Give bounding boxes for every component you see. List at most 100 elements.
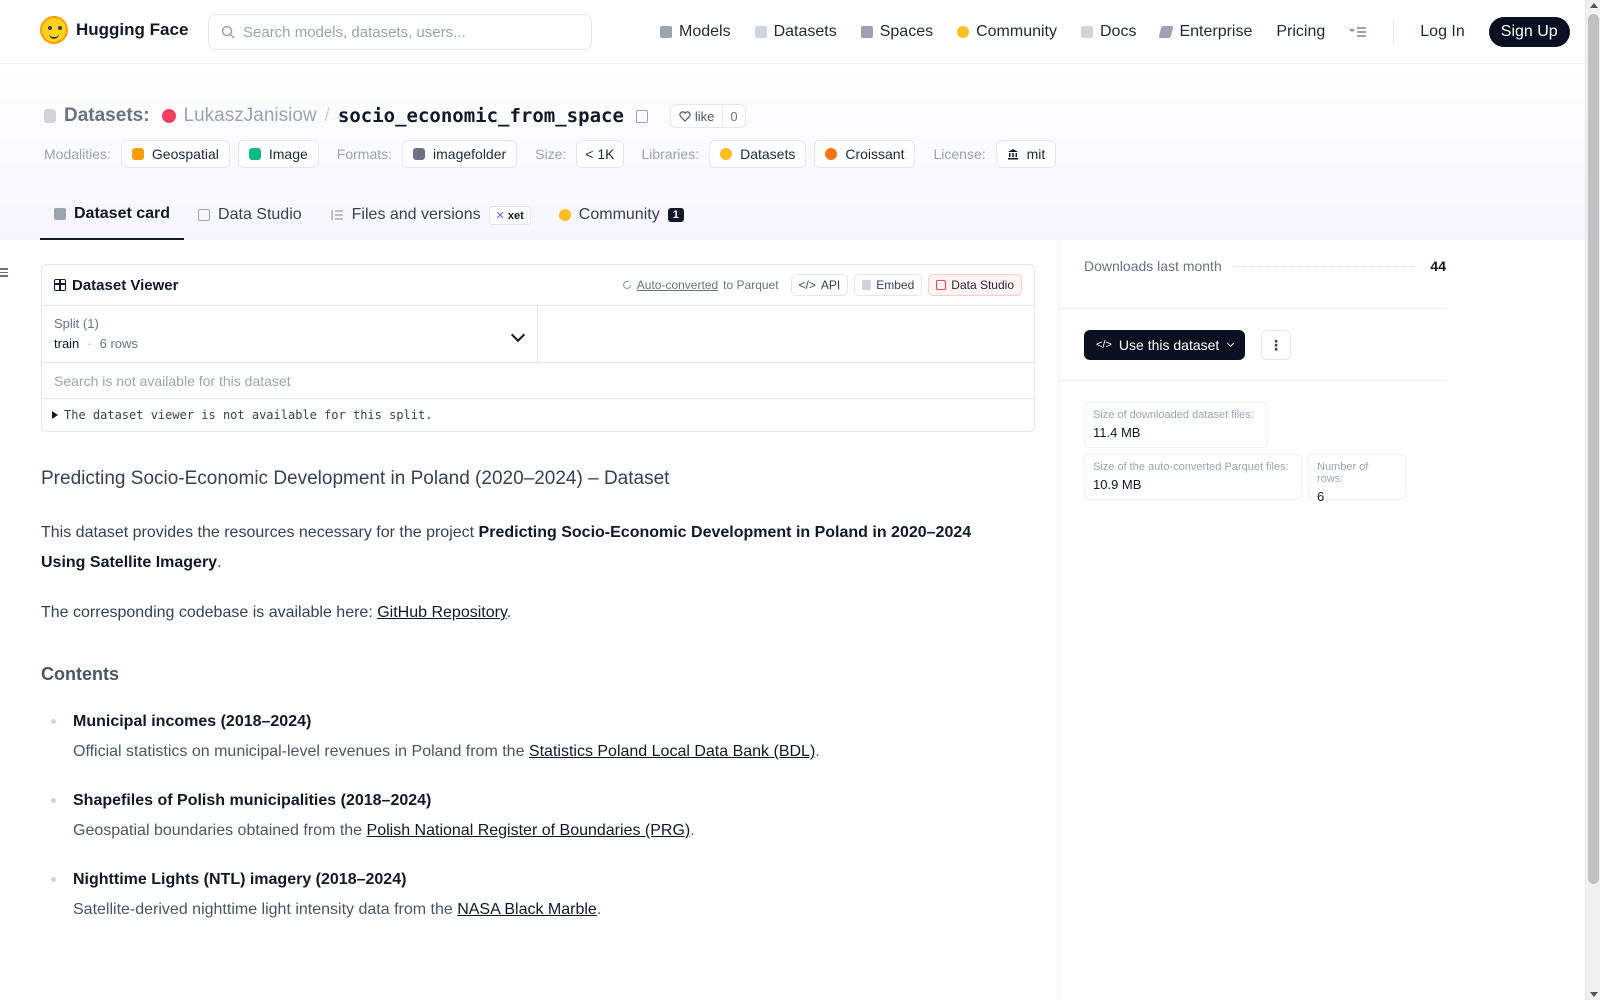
scroll-down-arrow-icon[interactable] bbox=[1590, 992, 1598, 997]
downloads-count: 44 bbox=[1430, 258, 1446, 274]
tags-row: Modalities: Geospatial Image Formats: im… bbox=[44, 140, 1066, 168]
tab-data-studio[interactable]: Data Studio bbox=[184, 190, 316, 240]
intro-paragraph: This dataset provides the resources nece… bbox=[41, 524, 972, 571]
enterprise-icon bbox=[1158, 26, 1175, 38]
more-options-button[interactable]: ⋮ bbox=[1261, 330, 1291, 360]
scrollbar-thumb[interactable] bbox=[1588, 14, 1599, 884]
auto-converted-note: Auto-converted to Parquet bbox=[622, 278, 779, 292]
tag-group-size: Size: < 1K bbox=[535, 140, 624, 168]
page-scrollbar[interactable] bbox=[1585, 0, 1600, 1000]
tab-files-and-versions[interactable]: Files and versions ✕ xet bbox=[316, 190, 545, 240]
code-icon: </> bbox=[1096, 339, 1112, 351]
sidebar-divider bbox=[1060, 380, 1446, 381]
bdl-link[interactable]: Statistics Poland Local Data Bank (BDL) bbox=[529, 743, 815, 760]
tag-license-mit[interactable]: mit bbox=[995, 140, 1057, 168]
split-row: Split (1) train · 6 rows bbox=[42, 306, 1034, 363]
tag-geospatial[interactable]: Geospatial bbox=[120, 140, 230, 168]
embed-icon bbox=[862, 280, 872, 290]
viewer-actions: Auto-converted to Parquet </> API Embed D… bbox=[622, 274, 1022, 296]
auto-converted-link[interactable]: Auto-converted bbox=[637, 278, 718, 292]
tab-community[interactable]: Community 1 bbox=[545, 190, 698, 240]
heart-icon bbox=[679, 110, 691, 122]
scroll-up-arrow-icon[interactable] bbox=[1590, 3, 1598, 8]
nav-link-datasets[interactable]: Datasets bbox=[754, 23, 837, 41]
split-value: train · 6 rows bbox=[54, 336, 138, 351]
viewer-unavailable-details[interactable]: The dataset viewer is not available for … bbox=[42, 399, 1034, 431]
tag-imagefolder[interactable]: imagefolder bbox=[402, 140, 518, 168]
more-menu-button[interactable] bbox=[1349, 26, 1367, 38]
collapse-sidebar-icon[interactable] bbox=[0, 268, 10, 278]
like-count: 0 bbox=[730, 108, 738, 124]
search-box[interactable] bbox=[208, 14, 592, 50]
nav-separator bbox=[1393, 20, 1395, 44]
login-link[interactable]: Log In bbox=[1420, 23, 1464, 41]
brand-logo[interactable]: Hugging Face bbox=[40, 16, 188, 44]
owner-avatar[interactable] bbox=[161, 109, 176, 123]
nav-link-enterprise[interactable]: Enterprise bbox=[1158, 23, 1252, 41]
hugging-face-icon bbox=[720, 148, 733, 160]
dotted-leader bbox=[1233, 265, 1419, 267]
tag-group-label: Libraries: bbox=[641, 146, 700, 162]
tag-image[interactable]: Image bbox=[237, 140, 319, 168]
code-icon: </> bbox=[798, 278, 816, 292]
table-icon bbox=[54, 279, 66, 291]
list-item: Nighttime Lights (NTL) imagery (2018–202… bbox=[51, 865, 1001, 925]
search-icon bbox=[221, 25, 235, 39]
nav-link-spaces[interactable]: Spaces bbox=[860, 23, 933, 41]
nasa-black-marble-link[interactable]: NASA Black Marble bbox=[457, 901, 597, 918]
prg-link[interactable]: Polish National Register of Boundaries (… bbox=[367, 822, 691, 839]
codebase-paragraph: The corresponding codebase is available … bbox=[41, 604, 512, 621]
xet-badge: ✕ xet bbox=[488, 205, 531, 225]
split-selector[interactable]: Split (1) train · 6 rows bbox=[42, 306, 538, 362]
search-input[interactable] bbox=[243, 23, 573, 41]
folder-icon bbox=[413, 148, 426, 160]
tag-group-libraries: Libraries: Datasets Croissant bbox=[642, 140, 916, 168]
right-sidebar: Downloads last month 44 </> Use this dat… bbox=[1059, 240, 1585, 1000]
cube-icon bbox=[54, 208, 66, 220]
downloads-stat: Downloads last month 44 bbox=[1084, 258, 1446, 274]
license-icon bbox=[1007, 149, 1018, 160]
list-item: Municipal incomes (2018–2024) Official s… bbox=[51, 707, 1001, 767]
repo-name[interactable]: socio_economic_from_space bbox=[338, 105, 624, 127]
data-studio-button[interactable]: Data Studio bbox=[928, 274, 1022, 296]
tag-size[interactable]: < 1K bbox=[576, 140, 624, 168]
tag-group-label: Formats: bbox=[336, 146, 393, 162]
repo-header: Datasets: LukaszJanisiow / socio_economi… bbox=[0, 64, 1585, 240]
top-navigation: Hugging Face Models Datasets Spaces Comm… bbox=[0, 0, 1585, 64]
use-this-dataset-button[interactable]: </> Use this dataset bbox=[1084, 330, 1246, 360]
image-icon bbox=[248, 148, 261, 160]
copy-icon[interactable] bbox=[635, 109, 648, 123]
tag-group-license: License: mit bbox=[933, 140, 1057, 168]
api-button[interactable]: </> API bbox=[790, 274, 849, 296]
owner-link[interactable]: LukaszJanisiow bbox=[184, 105, 317, 127]
nav-link-community[interactable]: Community bbox=[957, 23, 1057, 41]
row-count-stat: Number of rows: 6 bbox=[1308, 454, 1406, 504]
tag-group-label: Size: bbox=[535, 146, 567, 162]
nav-link-docs[interactable]: Docs bbox=[1081, 23, 1136, 41]
docs-icon bbox=[1081, 26, 1093, 38]
tag-datasets-library[interactable]: Datasets bbox=[709, 140, 807, 168]
embed-button[interactable]: Embed bbox=[854, 274, 923, 296]
discussion-count-badge: 1 bbox=[667, 208, 684, 222]
dataset-icon bbox=[44, 109, 56, 123]
repo-title: Datasets: LukaszJanisiow / socio_economi… bbox=[44, 104, 746, 128]
signup-button[interactable]: Sign Up bbox=[1488, 17, 1570, 47]
nav-links: Models Datasets Spaces Community Docs En… bbox=[660, 0, 1570, 64]
tag-group-label: Modalities: bbox=[44, 146, 111, 162]
community-icon bbox=[558, 209, 571, 221]
nav-link-pricing[interactable]: Pricing bbox=[1276, 23, 1325, 41]
brand-name: Hugging Face bbox=[76, 20, 189, 39]
parquet-size-stat: Size of the auto-converted Parquet files… bbox=[1084, 454, 1302, 500]
dataset-viewer: Dataset Viewer Auto-converted to Parquet… bbox=[41, 264, 1035, 432]
contents-list: Municipal incomes (2018–2024) Official s… bbox=[41, 707, 1001, 925]
github-repository-link[interactable]: GitHub Repository bbox=[377, 604, 507, 621]
tab-dataset-card[interactable]: Dataset card bbox=[40, 190, 185, 240]
nav-link-models[interactable]: Models bbox=[660, 23, 731, 41]
list-item: Shapefiles of Polish municipalities (201… bbox=[51, 786, 1001, 846]
section-label[interactable]: Datasets: bbox=[64, 105, 150, 127]
tag-croissant[interactable]: Croissant bbox=[814, 140, 916, 168]
like-button[interactable]: like bbox=[671, 105, 724, 127]
hugging-face-logo-icon bbox=[40, 16, 68, 44]
kebab-icon: ⋮ bbox=[1269, 336, 1283, 353]
card-heading: Predicting Socio-Economic Development in… bbox=[41, 468, 670, 489]
